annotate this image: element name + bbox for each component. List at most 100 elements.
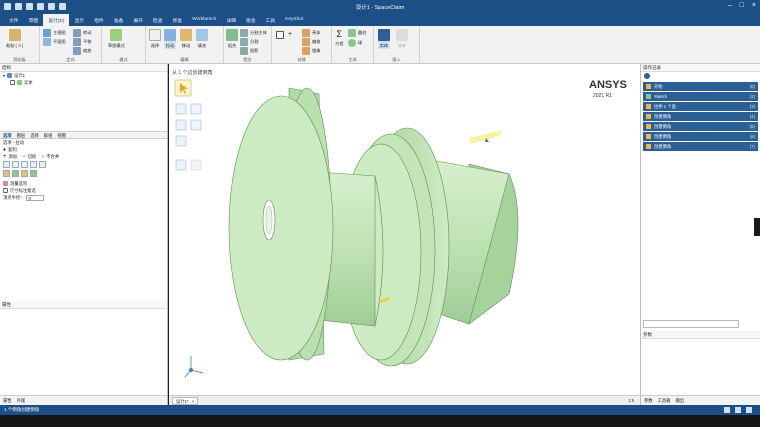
tab-tools[interactable]: 工具 (261, 14, 281, 26)
tab-prepare[interactable]: 准备 (109, 14, 129, 26)
viewport[interactable]: 从 1 个边创建倒角 ANSYS 2021 R1 (169, 64, 640, 395)
tab-sketch[interactable]: 草图 (24, 14, 44, 26)
side-collapse-handle[interactable] (754, 218, 760, 236)
close-tab-icon[interactable]: × (192, 399, 195, 404)
history-item[interactable]: 拉伸 1 个面 (3) (643, 102, 758, 111)
radius-input[interactable]: 0 (26, 194, 45, 201)
status-icon[interactable] (724, 407, 730, 413)
option-button[interactable] (3, 170, 10, 177)
solid-button[interactable]: 实体 (378, 29, 390, 49)
tab-keyshot[interactable]: KeyShot (280, 14, 308, 26)
shell-button[interactable]: 壳体 (302, 29, 320, 37)
tab-selection[interactable]: 选择 (30, 133, 39, 138)
document-tab[interactable]: 设计1* × (172, 397, 199, 405)
plan-icon (43, 38, 51, 46)
pull-button[interactable]: 拉动 (164, 29, 176, 49)
path-tool-button[interactable] (190, 119, 202, 131)
tree-item-solid[interactable]: 实体 (0, 79, 167, 86)
paste-button[interactable]: 粘贴 ( A ) (6, 29, 23, 49)
status-icon[interactable] (735, 407, 741, 413)
model-view[interactable]: 从 1 个边创建倒角 ANSYS 2021 R1 (169, 64, 640, 395)
tab-properties[interactable]: 属性 (3, 398, 12, 403)
combine-button[interactable]: 组合 (226, 29, 238, 49)
home-view-button[interactable]: 主视图 (43, 29, 66, 37)
minimize-icon[interactable]: – (728, 2, 732, 9)
tab-options[interactable]: 选项 (3, 133, 12, 138)
split-body-button[interactable]: 分割主体 (240, 29, 267, 37)
option-button[interactable] (39, 161, 46, 168)
pan-button[interactable]: 平移 (73, 38, 91, 46)
tab-groups[interactable]: 群组 (44, 133, 53, 138)
history-item[interactable]: 创建倒角 (5) (643, 122, 758, 131)
tab-appearance[interactable]: 外观 (17, 398, 26, 403)
sketch-mode-button[interactable]: 草图模式 (108, 29, 125, 49)
fill-button[interactable]: 填充 (196, 29, 208, 49)
history-item[interactable]: Sketch (2) (643, 92, 758, 101)
zoom-button[interactable]: 缩放 (73, 47, 91, 55)
tab-repair[interactable]: 修复 (168, 14, 188, 26)
tab-display[interactable]: 显示 (69, 14, 89, 26)
plus-tool-button[interactable]: + (288, 31, 292, 38)
plan-view-button[interactable]: 平面图 (43, 38, 66, 46)
nomerge-icon[interactable]: ○ (41, 154, 44, 160)
dimension-checkbox-row[interactable]: 尺寸标注复选 (0, 187, 167, 194)
history-item[interactable]: 创建倒角 (7) (643, 142, 758, 151)
maximize-icon[interactable]: □ (740, 2, 744, 9)
tab-detail[interactable]: 详细 (221, 14, 241, 26)
move-button[interactable]: 移动 (180, 29, 192, 49)
tab-design[interactable]: 设计(D) (43, 14, 70, 26)
close-icon[interactable]: × (752, 2, 756, 9)
tab-file[interactable]: 文件 (4, 14, 24, 26)
tab-unfold[interactable]: 展开 (128, 14, 148, 26)
tab-output[interactable]: 输出 (675, 398, 684, 403)
option-button[interactable] (12, 161, 19, 168)
copy-option[interactable]: ● 复制 (0, 146, 167, 153)
offset-button[interactable]: 偏移 (302, 38, 320, 46)
tab-layers[interactable]: 图层 (17, 133, 26, 138)
option-button[interactable] (30, 161, 37, 168)
ruler-tool-button[interactable] (175, 135, 187, 147)
sphere-icon (348, 39, 356, 47)
history-item[interactable]: 开始 (0) (643, 82, 758, 91)
checkbox-icon[interactable] (3, 188, 8, 193)
history-item[interactable]: 创建倒角 (6) (643, 132, 758, 141)
option-button[interactable] (3, 161, 10, 168)
option-button[interactable] (12, 170, 19, 177)
equation-button[interactable]: Σ 方程 (335, 29, 343, 47)
direction-tool-button[interactable] (175, 119, 187, 131)
tab-sheetmetal[interactable]: 钣金 (241, 14, 261, 26)
info-icon[interactable] (644, 73, 650, 79)
line-tool-button[interactable] (276, 31, 284, 39)
complete-tool-button[interactable] (175, 159, 187, 171)
cut-icon[interactable]: − (22, 154, 26, 160)
status-icon[interactable] (746, 407, 752, 413)
select-button[interactable]: 选择 (149, 29, 161, 49)
cylinder-button[interactable]: 圆柱 (348, 29, 366, 37)
expand-icon[interactable]: ▾ (3, 73, 5, 78)
checkbox-icon[interactable] (10, 80, 15, 85)
add-icon[interactable]: + (3, 154, 7, 160)
tab-views[interactable]: 视图 (57, 133, 66, 138)
pull-tool-button[interactable] (175, 103, 187, 115)
tab-toolbox[interactable]: 工具箱 (658, 398, 671, 403)
tab-params[interactable]: 参数 (644, 398, 653, 403)
history-item[interactable]: 创建倒角 (4) (643, 112, 758, 121)
tree-item-design[interactable]: ▾ 设计1 (0, 72, 167, 79)
repair-button[interactable]: 修补 (396, 29, 408, 49)
mirror-button[interactable]: 镜像 (302, 47, 320, 55)
project-button[interactable]: 投影 (240, 47, 258, 55)
tab-assembly[interactable]: 组件 (89, 14, 109, 26)
sphere-button[interactable]: 球 (348, 39, 362, 47)
option-button[interactable] (21, 161, 28, 168)
tab-workbench[interactable]: Workbench (187, 14, 221, 26)
option-button[interactable] (21, 170, 28, 177)
radio-icon[interactable]: ● (3, 147, 6, 153)
axis-tool-button[interactable] (190, 103, 202, 115)
history-search-input[interactable] (643, 320, 739, 328)
measure-options[interactable]: 测量选项 (0, 180, 167, 187)
option-button[interactable] (30, 170, 37, 177)
part-body[interactable] (228, 87, 519, 367)
split-button[interactable]: 分割 (240, 38, 258, 46)
tab-measure[interactable]: 检查 (148, 14, 168, 26)
rotate-button[interactable]: 转动 (73, 29, 91, 37)
